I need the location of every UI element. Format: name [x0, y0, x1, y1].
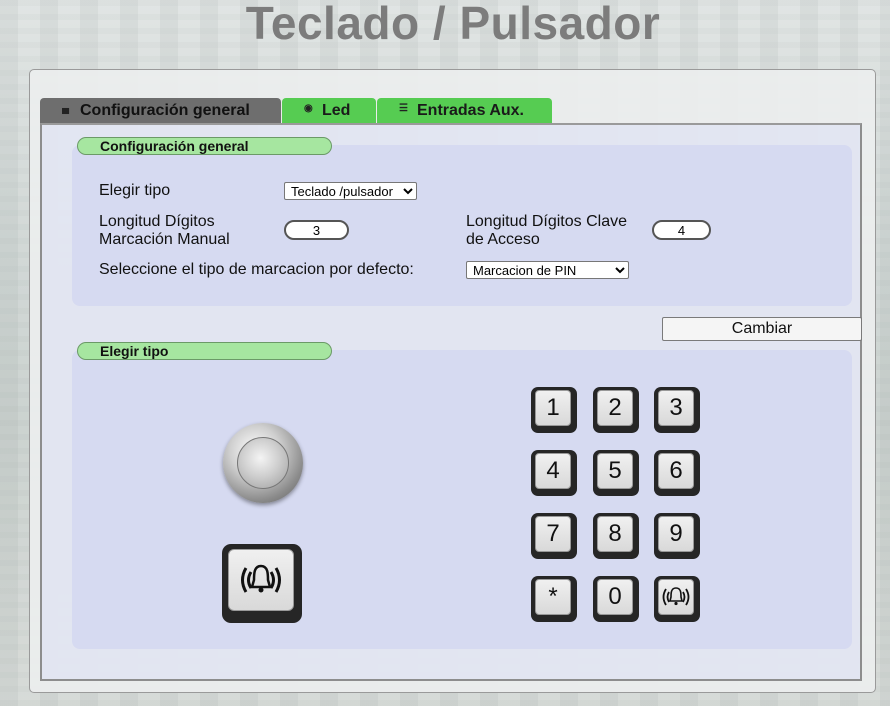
tab-led[interactable]: ◉ Led: [282, 98, 376, 124]
key-label: 2: [597, 390, 633, 426]
tab-label: Configuración general: [80, 102, 250, 119]
tab-entradas-aux[interactable]: ☰ Entradas Aux.: [377, 98, 552, 124]
tipo-select[interactable]: Teclado /pulsador: [284, 182, 417, 200]
long-manual-label: Longitud Dígitos Marcación Manual: [99, 213, 230, 249]
long-manual-input[interactable]: [284, 220, 349, 240]
key-label: 7: [535, 516, 571, 552]
long-clave-label-line2: de Acceso: [466, 231, 540, 248]
marcacion-label: Seleccione el tipo de marcacion por defe…: [99, 261, 414, 278]
key-label: 4: [535, 453, 571, 489]
bell-button-option[interactable]: [222, 544, 302, 623]
keypad-key-3[interactable]: 3: [654, 387, 700, 433]
keypad-key-5[interactable]: 5: [593, 450, 639, 496]
long-manual-label-line1: Longitud Dígitos: [99, 213, 215, 230]
key-label: 1: [535, 390, 571, 426]
push-button-option[interactable]: [223, 423, 303, 503]
key-label: *: [535, 579, 571, 615]
keypad-key-7[interactable]: 7: [531, 513, 577, 559]
key-label: 0: [597, 579, 633, 615]
keyboard-icon: ▄: [62, 103, 70, 114]
keypad-key-6[interactable]: 6: [654, 450, 700, 496]
keypad-key-1[interactable]: 1: [531, 387, 577, 433]
cambiar-button[interactable]: Cambiar: [662, 317, 862, 341]
page-title: Teclado / Pulsador: [245, 0, 661, 49]
keypad-key-star[interactable]: *: [531, 576, 577, 622]
tab-configuracion-general[interactable]: ▄ Configuración general: [40, 98, 281, 124]
tab-label: Led: [322, 102, 351, 119]
key-label: 9: [658, 516, 694, 552]
long-clave-label: Longitud Dígitos Clave de Acceso: [466, 213, 627, 249]
keypad-key-9[interactable]: 9: [654, 513, 700, 559]
marcacion-select[interactable]: Marcacion de PIN: [466, 261, 629, 279]
bell-icon: [228, 549, 294, 611]
bell-icon: [658, 579, 694, 615]
keypad-key-0[interactable]: 0: [593, 576, 639, 622]
tipo-section: [72, 350, 852, 649]
keypad-key-8[interactable]: 8: [593, 513, 639, 559]
key-label: 5: [597, 453, 633, 489]
key-label: 3: [658, 390, 694, 426]
keypad-key-2[interactable]: 2: [593, 387, 639, 433]
list-icon: ☰: [399, 103, 408, 114]
key-label: 6: [658, 453, 694, 489]
led-icon: ◉: [304, 103, 313, 114]
push-button-face: [237, 437, 289, 489]
keypad-key-bell[interactable]: [654, 576, 700, 622]
tipo-label: Elegir tipo: [99, 182, 171, 199]
section-header-tipo: Elegir tipo: [77, 342, 332, 360]
long-clave-label-line1: Longitud Dígitos Clave: [466, 213, 627, 230]
long-clave-input[interactable]: [652, 220, 711, 240]
keypad-key-4[interactable]: 4: [531, 450, 577, 496]
long-manual-label-line2: Marcación Manual: [99, 231, 230, 248]
tab-label: Entradas Aux.: [417, 102, 524, 119]
section-header-general: Configuración general: [77, 137, 332, 155]
key-label: 8: [597, 516, 633, 552]
